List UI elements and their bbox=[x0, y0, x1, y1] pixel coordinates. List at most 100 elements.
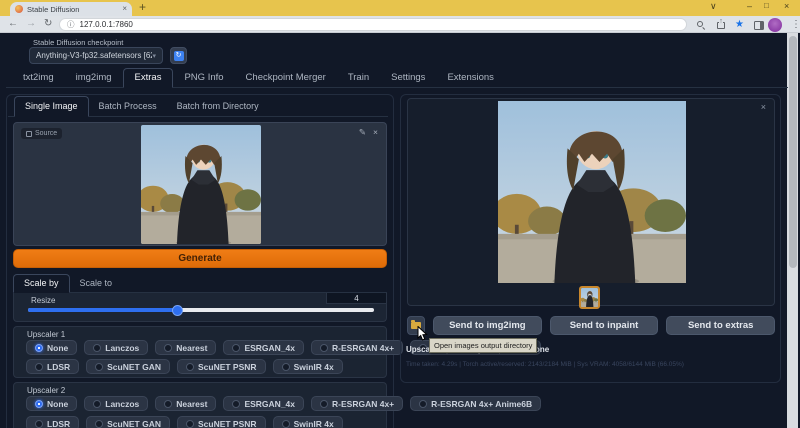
clear-image-icon[interactable]: × bbox=[373, 127, 378, 138]
zoom-icon[interactable] bbox=[697, 21, 706, 30]
tab-img2img[interactable]: img2img bbox=[65, 69, 123, 87]
upscaler2-option-esrgan4x[interactable]: ESRGAN_4x bbox=[223, 396, 304, 411]
result-thumbnail[interactable] bbox=[579, 286, 600, 309]
maximize-icon[interactable]: □ bbox=[764, 1, 769, 10]
option-label: Nearest bbox=[176, 343, 207, 353]
send-to-img2img-button[interactable]: Send to img2img bbox=[433, 316, 542, 335]
resize-panel: Resize 4 bbox=[13, 293, 387, 322]
radio-icon bbox=[164, 400, 172, 408]
scrollbar-thumb[interactable] bbox=[789, 36, 797, 268]
avatar[interactable] bbox=[768, 18, 782, 32]
tab-search-icon[interactable]: ∨ bbox=[710, 1, 717, 12]
new-tab-icon[interactable]: + bbox=[139, 0, 146, 14]
radio-icon bbox=[93, 400, 101, 408]
tooltip: Open images output directory bbox=[429, 338, 537, 353]
tab-scale-by[interactable]: Scale by bbox=[13, 274, 70, 293]
radio-icon bbox=[320, 400, 328, 408]
upscaler2-option-none[interactable]: None bbox=[26, 396, 77, 411]
upscaler1-panel: Upscaler 1 None Lanczos Nearest ESRGAN_4… bbox=[13, 326, 387, 378]
tab-png-info[interactable]: PNG Info bbox=[173, 69, 234, 87]
result-image[interactable] bbox=[498, 101, 686, 283]
refresh-checkpoint-button[interactable]: ↻ bbox=[170, 47, 187, 64]
address-bar[interactable]: ⓘ 127.0.0.1:7860 bbox=[59, 18, 687, 31]
upscaler1-option-none[interactable]: None bbox=[26, 340, 77, 355]
option-label: Lanczos bbox=[105, 343, 139, 353]
minimize-icon[interactable]: – bbox=[747, 1, 752, 11]
subtab-single-image[interactable]: Single Image bbox=[14, 96, 89, 117]
refresh-icon: ↻ bbox=[174, 51, 184, 61]
option-label: None bbox=[47, 343, 68, 353]
upscaler1-option-ldsr[interactable]: LDSR bbox=[26, 359, 79, 374]
upscaler1-option-lanczos[interactable]: Lanczos bbox=[84, 340, 148, 355]
upscaler1-option-resrgan4x[interactable]: R-ESRGAN 4x+ bbox=[311, 340, 403, 355]
option-label: ESRGAN_4x bbox=[244, 343, 295, 353]
send-to-inpaint-button[interactable]: Send to inpaint bbox=[550, 316, 659, 335]
send-to-extras-button[interactable]: Send to extras bbox=[666, 316, 775, 335]
edit-image-icon[interactable]: ✎ bbox=[359, 127, 366, 138]
back-icon[interactable]: ← bbox=[8, 18, 18, 29]
subtab-batch-process[interactable]: Batch Process bbox=[89, 97, 167, 116]
upscaler2-panel: Upscaler 2 None Lanczos Nearest ESRGAN_4… bbox=[13, 382, 387, 428]
option-label: None bbox=[47, 399, 68, 409]
browser-menu-icon[interactable]: ⋮ bbox=[791, 19, 800, 30]
result-close-icon[interactable]: × bbox=[761, 102, 766, 112]
subtab-batch-from-directory[interactable]: Batch from Directory bbox=[167, 97, 269, 116]
upscaler2-option-scunet-gan[interactable]: ScuNET GAN bbox=[86, 416, 170, 428]
tab-extensions[interactable]: Extensions bbox=[436, 69, 504, 87]
tab-close-icon[interactable]: × bbox=[122, 5, 127, 13]
upscaler2-option-resrgan-anime6b[interactable]: R-ESRGAN 4x+ Anime6B bbox=[410, 396, 541, 411]
upscaler1-option-nearest[interactable]: Nearest bbox=[155, 340, 216, 355]
upscaler2-option-scunet-psnr[interactable]: ScuNET PSNR bbox=[177, 416, 266, 428]
tab-txt2img[interactable]: txt2img bbox=[12, 69, 65, 87]
upscaler1-option-swinir4x[interactable]: SwinIR 4x bbox=[273, 359, 343, 374]
tab-extras[interactable]: Extras bbox=[123, 68, 174, 88]
generate-button[interactable]: Generate bbox=[13, 249, 387, 268]
upscaler2-option-swinir4x[interactable]: SwinIR 4x bbox=[273, 416, 343, 428]
cursor-icon bbox=[417, 326, 429, 347]
close-icon[interactable]: × bbox=[784, 1, 789, 11]
checkpoint-label: Stable Diffusion checkpoint bbox=[33, 38, 123, 47]
resize-value-input[interactable]: 4 bbox=[326, 293, 386, 304]
option-label: R-ESRGAN 4x+ bbox=[332, 343, 394, 353]
upscaler2-option-nearest[interactable]: Nearest bbox=[155, 396, 216, 411]
radio-icon bbox=[282, 420, 290, 428]
send-actions-row: Send to img2img Send to inpaint Send to … bbox=[407, 316, 775, 335]
radio-selected-icon bbox=[35, 344, 43, 352]
slider-handle[interactable] bbox=[172, 305, 183, 316]
radio-icon bbox=[35, 363, 43, 371]
option-label: ScuNET GAN bbox=[107, 362, 161, 372]
upscaler2-title: Upscaler 2 bbox=[27, 386, 65, 395]
source-image bbox=[141, 125, 261, 244]
upscaler1-option-scunet-psnr[interactable]: ScuNET PSNR bbox=[177, 359, 266, 374]
share-icon[interactable] bbox=[717, 22, 725, 29]
page-scrollbar[interactable] bbox=[787, 33, 798, 428]
option-label: SwinIR 4x bbox=[294, 419, 334, 428]
forward-icon[interactable]: → bbox=[26, 18, 36, 29]
source-image-dropzone[interactable]: Source ✎ × bbox=[13, 122, 387, 246]
radio-icon bbox=[282, 363, 290, 371]
option-label: Lanczos bbox=[105, 399, 139, 409]
favicon-icon bbox=[15, 5, 23, 13]
upscaler2-option-ldsr[interactable]: LDSR bbox=[26, 416, 79, 428]
upscaler1-option-esrgan4x[interactable]: ESRGAN_4x bbox=[223, 340, 304, 355]
tab-train[interactable]: Train bbox=[337, 69, 380, 87]
radio-icon bbox=[232, 400, 240, 408]
site-info-icon[interactable]: ⓘ bbox=[67, 21, 75, 28]
upscaler2-option-resrgan4x[interactable]: R-ESRGAN 4x+ bbox=[311, 396, 403, 411]
checkpoint-dropdown[interactable]: Anything-V3-fp32.safetensors [625a2ba2] … bbox=[29, 47, 163, 64]
browser-tab[interactable]: Stable Diffusion × bbox=[10, 2, 132, 16]
tab-checkpoint-merger[interactable]: Checkpoint Merger bbox=[235, 69, 337, 87]
reload-icon[interactable]: ↻ bbox=[44, 18, 52, 29]
option-label: ScuNET PSNR bbox=[198, 362, 257, 372]
radio-icon bbox=[320, 344, 328, 352]
tab-settings[interactable]: Settings bbox=[380, 69, 436, 87]
bookmark-star-icon[interactable]: ★ bbox=[735, 19, 744, 30]
resize-slider[interactable] bbox=[28, 308, 374, 312]
option-label: ESRGAN_4x bbox=[244, 399, 295, 409]
main-tabs: txt2img img2img Extras PNG Info Checkpoi… bbox=[6, 70, 788, 88]
option-label: R-ESRGAN 4x+ Anime6B bbox=[431, 399, 532, 409]
upscaler2-option-lanczos[interactable]: Lanczos bbox=[84, 396, 148, 411]
upscaler1-option-scunet-gan[interactable]: ScuNET GAN bbox=[86, 359, 170, 374]
side-panel-icon[interactable] bbox=[754, 21, 764, 30]
tab-scale-to[interactable]: Scale to bbox=[70, 275, 123, 292]
